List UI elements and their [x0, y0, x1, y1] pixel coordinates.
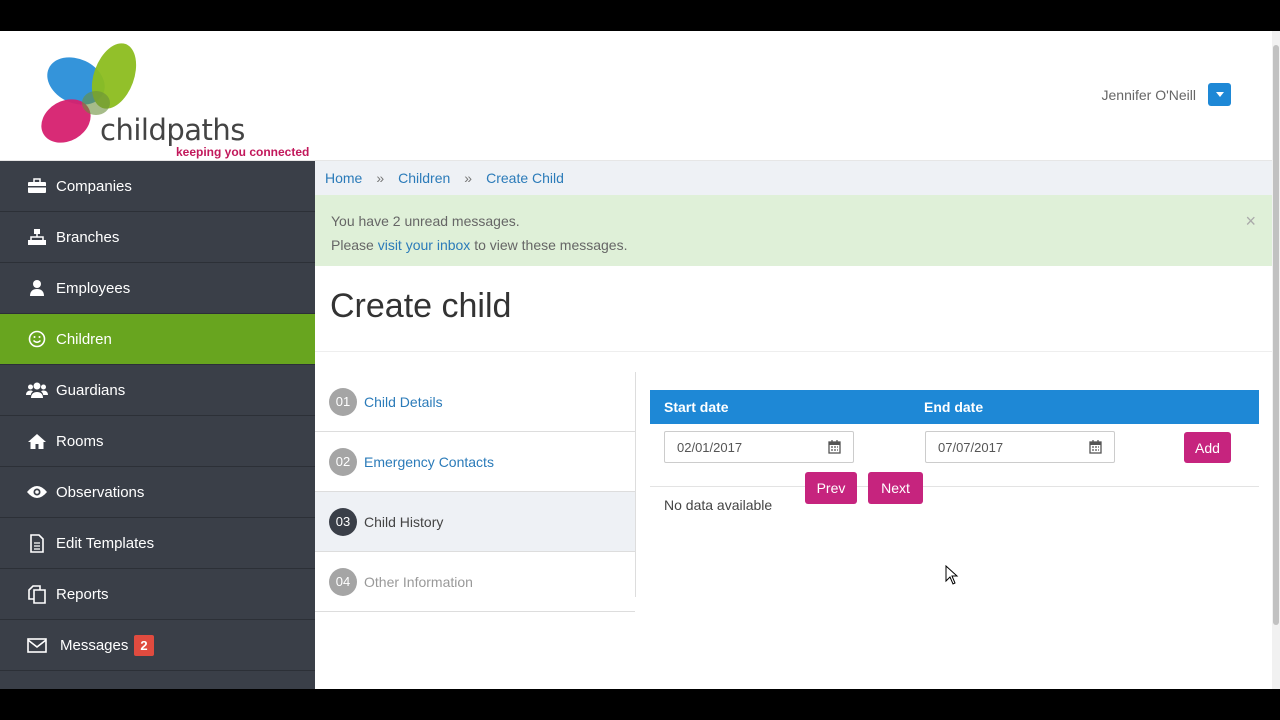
end-date-value: 07/07/2017 [938, 439, 1004, 455]
sidebar-item-label: Edit Templates [56, 534, 155, 552]
briefcase-icon [26, 177, 48, 195]
header: childpaths keeping you connected Jennife… [0, 31, 1272, 161]
breadcrumb-children[interactable]: Children [398, 170, 450, 186]
step-child-details[interactable]: 01 Child Details [315, 372, 635, 432]
step-child-history[interactable]: 03 Child History [315, 492, 635, 552]
sidebar-item-guardians[interactable]: Guardians [0, 365, 315, 416]
next-button[interactable]: Next [868, 472, 923, 504]
step-label[interactable]: Emergency Contacts [364, 454, 494, 470]
user-dropdown-button[interactable] [1208, 83, 1231, 106]
sidebar-item-employees[interactable]: Employees [0, 263, 315, 314]
brand-tagline: keeping you connected [176, 145, 310, 159]
copy-icon [26, 584, 48, 604]
step-emergency-contacts[interactable]: 02 Emergency Contacts [315, 432, 635, 492]
unread-count-badge: 2 [134, 634, 154, 656]
user-icon [26, 279, 48, 297]
eye-icon [26, 483, 48, 501]
user-name[interactable]: Jennifer O'Neill [1102, 87, 1197, 103]
main-content: Home » Children » Create Child You have … [315, 161, 1272, 689]
sidebar: Companies Branches Employees Children Gu… [0, 161, 315, 689]
unread-messages-alert: You have 2 unread messages. Please visit… [315, 195, 1272, 266]
user-menu[interactable]: Jennifer O'Neill [1102, 83, 1231, 106]
breadcrumb-create-child[interactable]: Create Child [486, 170, 564, 186]
calendar-icon[interactable] [1089, 440, 1102, 454]
step-other-information: 04 Other Information [315, 552, 635, 612]
step-number: 04 [329, 567, 357, 596]
inbox-link[interactable]: visit your inbox [378, 237, 471, 253]
column-header-start-date: Start date [664, 399, 729, 415]
sidebar-item-label: Messages [60, 636, 129, 654]
smile-icon [26, 330, 48, 348]
table-row: 02/01/2017 07/07/2017 Add [650, 424, 1259, 487]
sidebar-item-label: Guardians [56, 381, 126, 399]
step-label: Other Information [364, 573, 473, 590]
sidebar-item-label: Reports [56, 585, 109, 603]
document-icon [26, 533, 48, 553]
step-number: 01 [329, 387, 357, 416]
start-date-input[interactable]: 02/01/2017 [664, 431, 854, 463]
step-label: Child History [364, 513, 444, 530]
table-header: Start date End date [650, 390, 1259, 424]
caret-down-icon [1215, 92, 1224, 97]
logo[interactable]: childpaths keeping you connected [38, 41, 318, 159]
page-scrollbar[interactable] [1272, 31, 1280, 689]
breadcrumb-home[interactable]: Home [325, 170, 362, 186]
step-number: 03 [329, 507, 357, 536]
divider [635, 372, 636, 597]
breadcrumb: Home » Children » Create Child [315, 161, 1272, 195]
alert-line-2: Please visit your inbox to view these me… [331, 233, 1256, 257]
start-date-value: 02/01/2017 [677, 439, 743, 455]
sidebar-item-label: Children [56, 330, 112, 348]
close-icon[interactable]: × [1245, 209, 1256, 233]
envelope-icon [26, 636, 48, 654]
alert-suffix: to view these messages. [474, 237, 628, 253]
sidebar-item-edit-templates[interactable]: Edit Templates [0, 518, 315, 569]
users-icon [26, 381, 48, 399]
wizard-steps: 01 Child Details 02 Emergency Contacts 0… [315, 372, 635, 612]
child-history-table: Start date End date 02/01/2017 07/07/201… [650, 390, 1259, 513]
wizard-pager: Prev Next [805, 472, 923, 504]
home-icon [26, 432, 48, 450]
app-window: childpaths keeping you connected Jennife… [0, 31, 1280, 689]
prev-button[interactable]: Prev [805, 472, 857, 504]
mouse-cursor-icon [945, 565, 959, 585]
sidebar-item-children[interactable]: Children [0, 314, 315, 365]
empty-state-text: No data available [664, 497, 773, 513]
sidebar-item-reports[interactable]: Reports [0, 569, 315, 620]
sidebar-item-label: Branches [56, 228, 120, 246]
breadcrumb-separator: » [464, 170, 473, 186]
brand-name: childpaths [100, 113, 245, 147]
column-header-end-date: End date [924, 399, 984, 415]
sidebar-item-label: Employees [56, 279, 131, 297]
sidebar-item-label: Observations [56, 483, 145, 501]
sidebar-item-messages[interactable]: Messages 2 [0, 620, 315, 671]
alert-line-1: You have 2 unread messages. [331, 213, 520, 229]
breadcrumb-separator: » [376, 170, 385, 186]
sitemap-icon [26, 228, 48, 246]
sidebar-item-companies[interactable]: Companies [0, 161, 315, 212]
page-title: Create child [330, 287, 512, 325]
add-button[interactable]: Add [1184, 432, 1231, 463]
step-label[interactable]: Child Details [364, 394, 443, 410]
sidebar-item-branches[interactable]: Branches [0, 212, 315, 263]
sidebar-item-rooms[interactable]: Rooms [0, 416, 315, 467]
calendar-icon[interactable] [828, 440, 841, 454]
scrollbar-thumb[interactable] [1273, 45, 1279, 625]
alert-prefix: Please [331, 237, 374, 253]
step-number: 02 [329, 447, 357, 476]
end-date-input[interactable]: 07/07/2017 [925, 431, 1115, 463]
sidebar-item-label: Rooms [56, 432, 104, 450]
sidebar-item-label: Companies [56, 177, 132, 195]
sidebar-item-observations[interactable]: Observations [0, 467, 315, 518]
divider [315, 351, 1272, 352]
